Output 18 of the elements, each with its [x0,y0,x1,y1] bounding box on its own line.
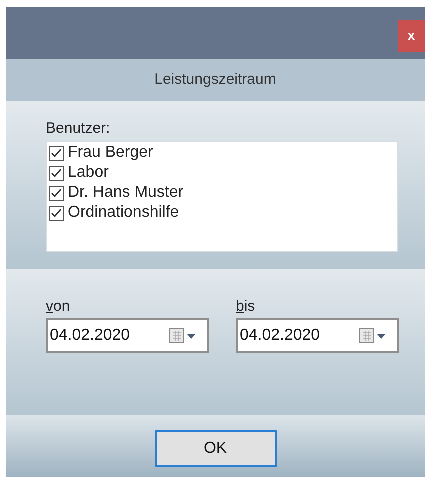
date-picker[interactable]: 04.02.2020 [236,318,399,353]
dialog-title: Leistungszeitraum [154,70,276,90]
users-label: Benutzer: [46,119,112,139]
calendar-dropdown-icon[interactable] [359,328,389,344]
user-label: Labor [68,163,109,183]
checkbox[interactable] [49,206,64,220]
user-label: Ordinationshilfe [68,203,180,223]
checkbox[interactable] [49,186,64,200]
date-label: von [46,297,70,317]
calendar-dropdown-icon[interactable] [169,328,199,344]
checkbox[interactable] [49,166,64,180]
user-label: Frau Berger [68,143,154,163]
ok-button[interactable]: OK [154,430,276,467]
date-label: bis [236,297,256,317]
close-button[interactable]: x [398,20,425,52]
user-label: Dr. Hans Muster [68,183,184,203]
date-picker[interactable]: 04.02.2020 [46,318,209,353]
checkbox[interactable] [49,146,64,160]
